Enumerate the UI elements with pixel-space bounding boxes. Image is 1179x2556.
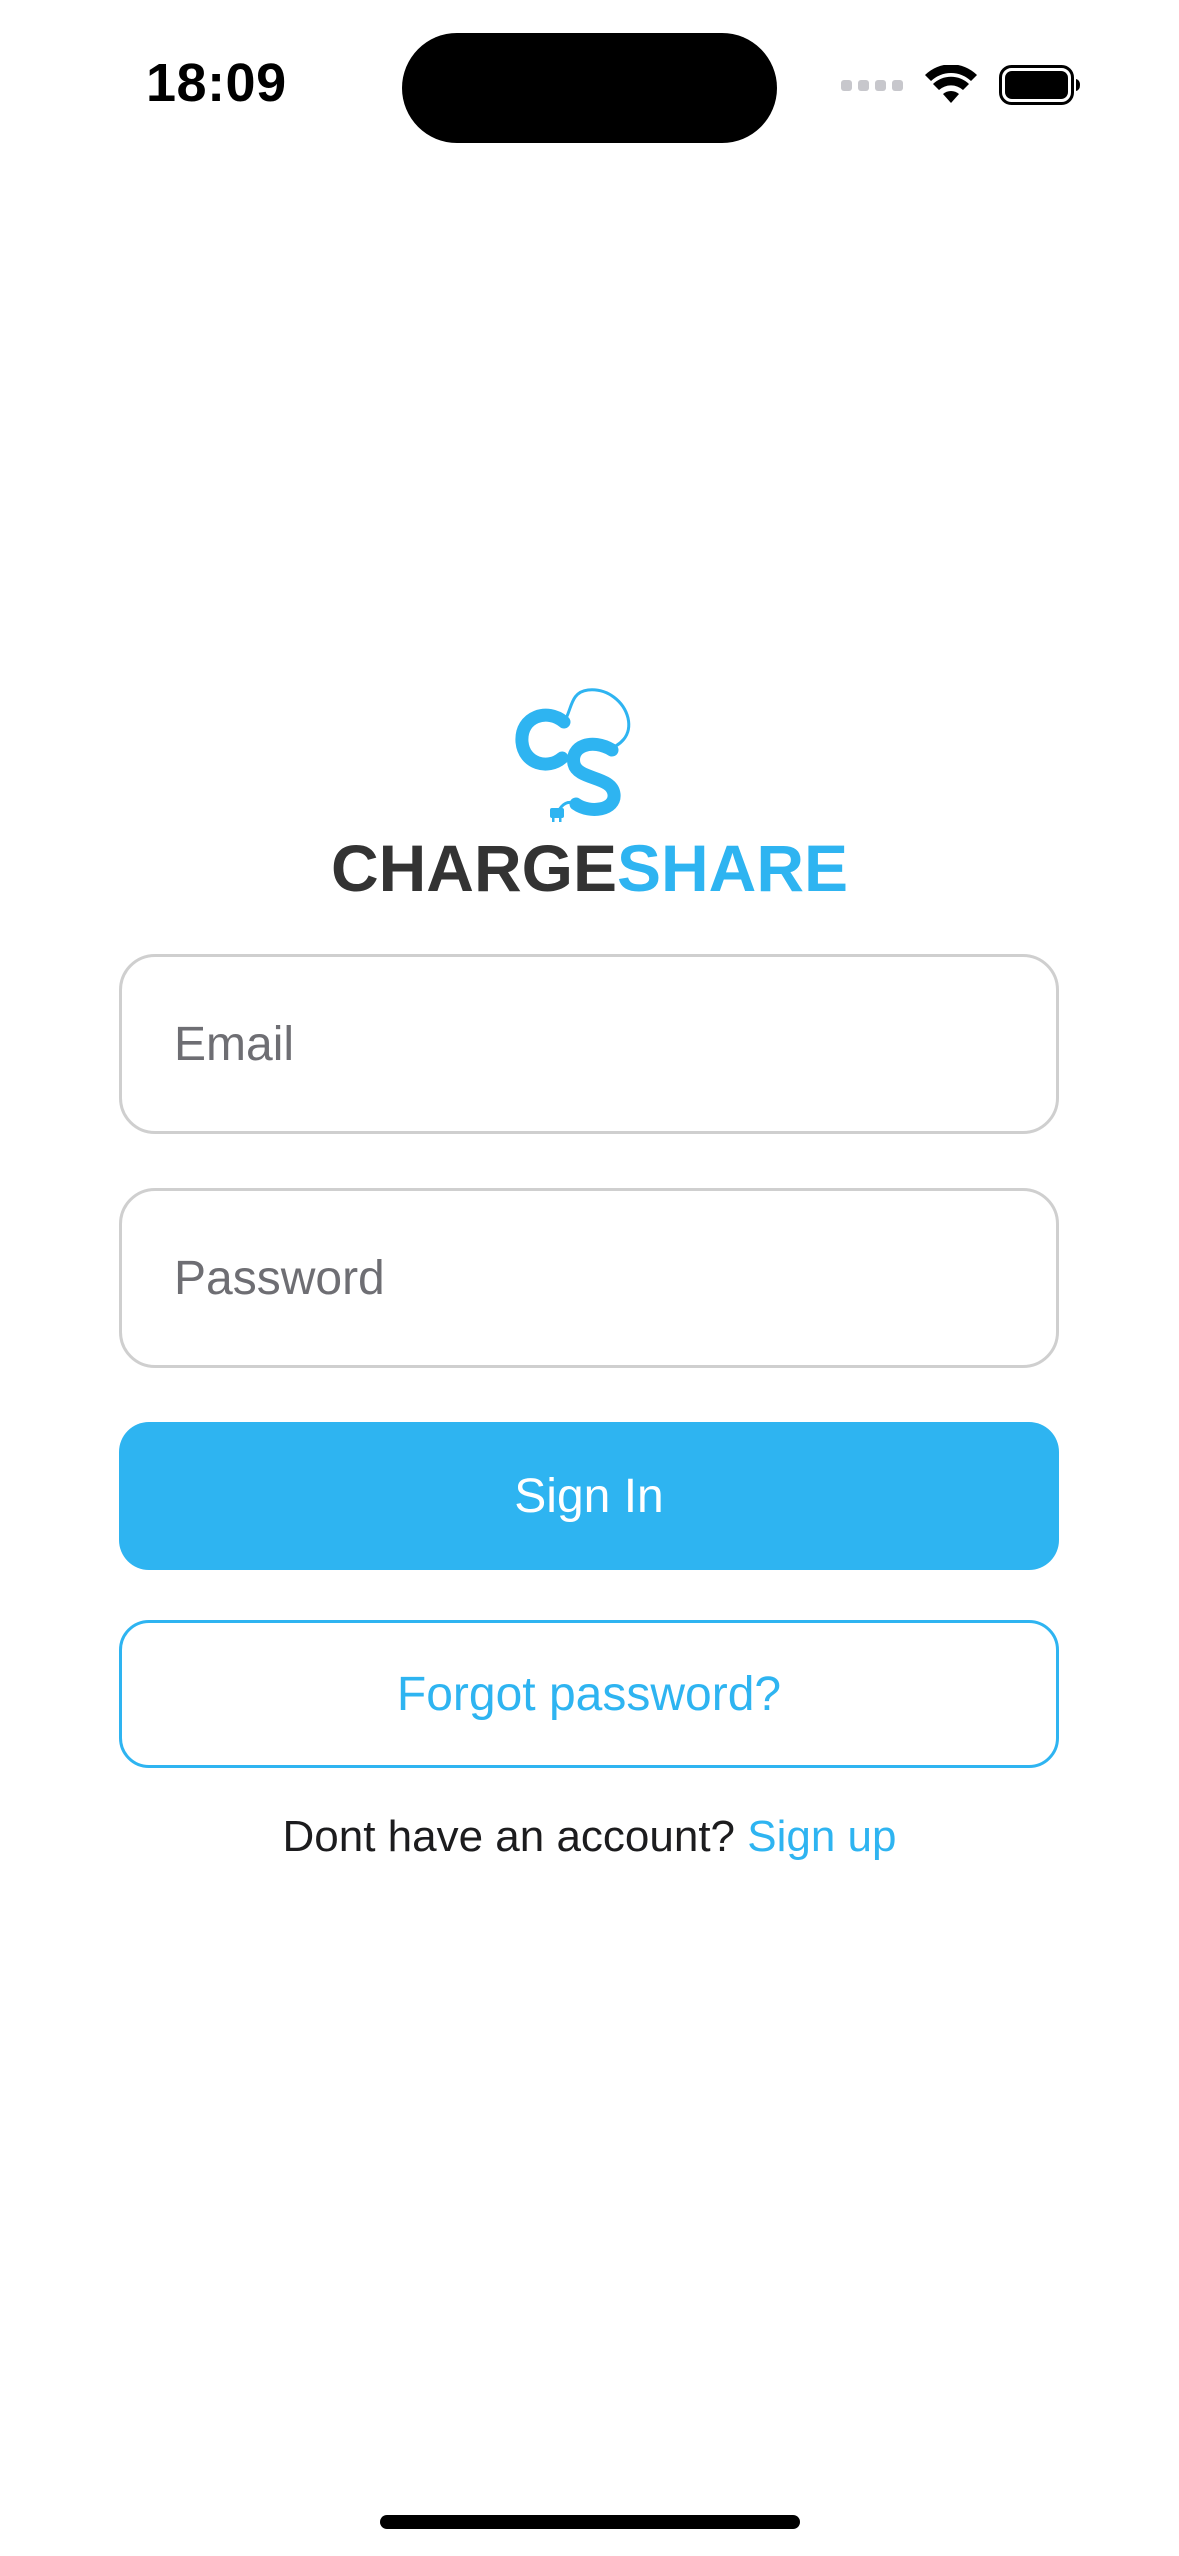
sign-in-button-label: Sign In	[514, 1469, 664, 1523]
home-indicator[interactable]	[380, 2515, 800, 2529]
chargeshare-cable-logo-icon	[512, 680, 646, 822]
password-field[interactable]	[119, 1188, 1059, 1368]
email-input[interactable]	[172, 1015, 1016, 1073]
status-bar: 18:09	[0, 0, 1179, 150]
brand-wordmark-charge: CHARGE	[330, 831, 617, 905]
password-input[interactable]	[172, 1249, 1016, 1307]
brand-wordmark-share: SHARE	[616, 831, 849, 905]
status-icons	[841, 60, 1081, 110]
signup-prompt: Dont have an account?	[282, 1812, 736, 1861]
battery-icon	[999, 65, 1081, 105]
email-field[interactable]	[119, 954, 1059, 1134]
forgot-password-button[interactable]: Forgot password?	[119, 1620, 1059, 1768]
brand-wordmark: CHARGESHARE	[0, 828, 1179, 908]
forgot-password-button-label: Forgot password?	[396, 1667, 782, 1721]
wifi-icon	[925, 65, 977, 105]
status-time: 18:09	[146, 53, 287, 113]
sign-in-button[interactable]: Sign In	[119, 1422, 1059, 1570]
sign-up-link[interactable]: Sign up	[747, 1812, 896, 1861]
signup-row: Dont have an account? Sign up	[0, 1812, 1179, 1862]
cellular-signal-icon	[841, 79, 903, 91]
dynamic-island	[402, 33, 777, 143]
